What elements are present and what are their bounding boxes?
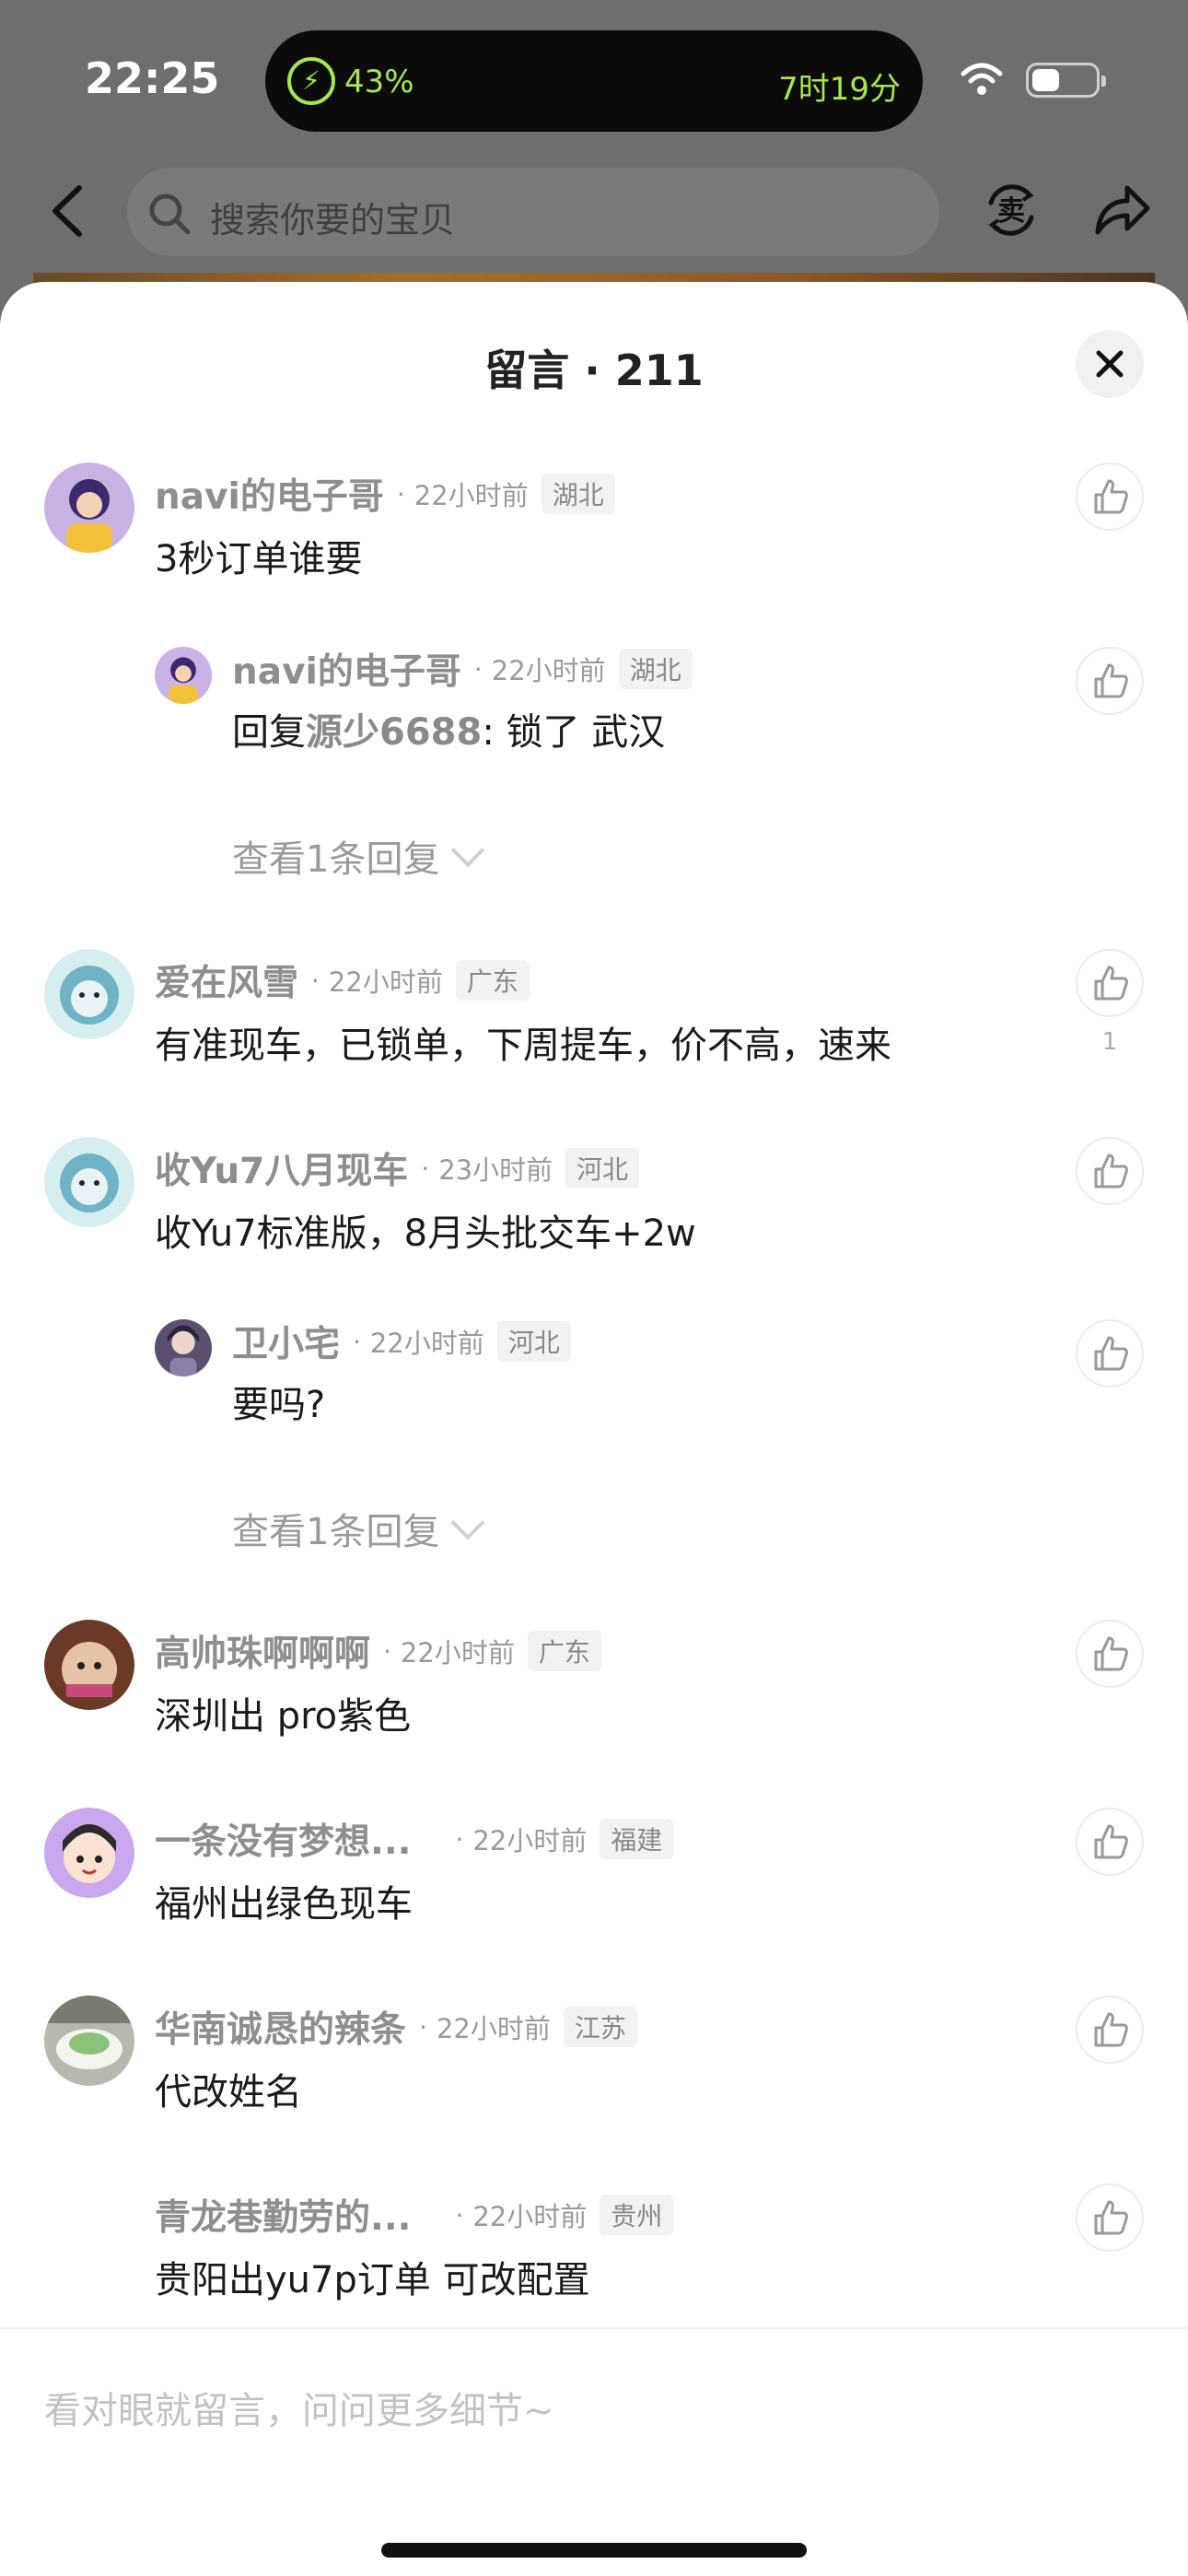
region-tag: 河北 [496,1321,571,1362]
avatar[interactable] [44,1620,134,1710]
comment-text: 有准现车，已锁单，下周提车，价不高，速来 [155,1025,891,1067]
like-button[interactable] [1076,949,1144,1017]
like-count: 1 [1101,1028,1118,1056]
avatar[interactable] [44,949,134,1039]
chevron-down-icon [451,833,485,868]
commenter-name[interactable]: 收Yu7八月现车 [155,1142,408,1194]
avatar[interactable] [44,1808,134,1898]
view-replies-button[interactable]: 查看1条回复 [232,1502,485,1555]
view-replies-button[interactable]: 查看1条回复 [232,829,485,883]
chevron-down-icon [451,1505,485,1540]
sheet-title: 留言 · 211 [484,345,704,395]
thumbs-up-icon [1094,1336,1128,1371]
commenter-name[interactable]: navi的电子哥 [232,643,461,695]
region-tag: 广东 [527,1631,601,1671]
comment-time: 22小时前 [328,966,443,998]
comment-sheet: 留言 · 211 navi的电子哥 · 22小时前 湖北 3秒订单谁要 navi… [0,282,1188,2576]
charging-bolt-icon: ⚡ [287,57,335,105]
comment-text: 要吗? [232,1384,326,1426]
comment-text: 深圳出 pro紫色 [155,1695,412,1738]
like-button[interactable] [1076,1620,1144,1688]
thumbs-up-icon [1094,966,1128,1001]
search-icon [149,193,191,235]
like-button[interactable] [1076,1319,1144,1388]
comment-time: 22小时前 [400,1637,515,1669]
like-button[interactable] [1076,1808,1144,1876]
comment-text: 回复源少6688: 锁了 武汉 [232,711,666,754]
region-tag: 贵州 [600,2195,674,2235]
battery-time-remaining: 7时19分 [778,71,901,108]
thumbs-up-icon [1094,663,1128,698]
reply-prefix: 回复 [232,711,306,754]
thumbs-up-icon [1094,479,1128,514]
like-button[interactable] [1076,463,1144,531]
close-icon [1096,350,1124,378]
region-tag: 湖北 [618,649,693,689]
region-tag: 广东 [455,960,530,1001]
search-input[interactable]: 搜索你要的宝贝 [127,168,939,256]
thumbs-up-icon [1094,1153,1128,1188]
region-tag: 湖北 [541,474,615,514]
like-button[interactable] [1076,2184,1144,2252]
comment-time: 22小时前 [369,1328,484,1359]
comment-time: 22小时前 [413,480,529,511]
comment-time: 22小时前 [472,1825,588,1856]
commenter-name[interactable]: 青龙巷勤劳的... [155,2189,411,2241]
thumbs-up-icon [1094,2200,1128,2235]
avatar[interactable] [155,1319,212,1376]
comment-text: 3秒订单谁要 [155,538,363,580]
svg-text:卖: 卖 [997,195,1025,228]
close-button[interactable] [1076,330,1144,398]
commenter-name[interactable]: 高帅珠啊啊啊 [155,1625,370,1677]
battery-icon [1026,63,1106,98]
comment-text: 贵阳出yu7p订单 可改配置 [155,2259,590,2301]
dynamic-island: ⚡ 43% 7时19分 [265,30,923,132]
comment-time: 23小时前 [438,1154,553,1186]
composer-divider [0,2327,1188,2329]
commenter-name[interactable]: navi的电子哥 [155,468,384,520]
search-placeholder: 搜索你要的宝贝 [210,200,456,240]
comment-time: 22小时前 [436,2013,551,2044]
commenter-name[interactable]: 爱在风雪 [155,954,298,1006]
commenter-name[interactable]: 一条没有梦想... [155,1813,411,1865]
comment-time: 22小时前 [472,2201,588,2232]
like-button[interactable] [1076,1996,1144,2064]
status-time: 22:25 [85,53,220,103]
avatar[interactable] [44,1996,134,2086]
comment-text: 收Yu7标准版，8月头批交车+2w [155,1212,696,1255]
avatar[interactable] [44,1137,134,1227]
like-button[interactable] [1076,647,1144,715]
like-button[interactable] [1076,1137,1144,1205]
avatar[interactable] [44,463,134,553]
avatar[interactable] [155,647,212,704]
comment-text: 福州出绿色现车 [155,1883,413,1926]
battery-level [1032,69,1059,91]
back-icon[interactable] [46,184,90,238]
comment-time: 22小时前 [491,655,606,686]
home-indicator[interactable] [381,2543,807,2558]
region-tag: 福建 [600,1819,674,1859]
comment-text: 代改姓名 [155,2071,302,2113]
battery-percent: 43% [344,64,414,100]
region-tag: 江苏 [563,2007,637,2047]
sell-icon[interactable]: 卖 [982,181,1041,240]
thumbs-up-icon [1094,1824,1128,1859]
share-icon[interactable] [1092,182,1151,236]
thumbs-up-icon [1094,1636,1128,1671]
region-tag: 河北 [565,1148,640,1188]
commenter-name[interactable]: 华南诚恳的辣条 [155,2001,406,2053]
mentioned-user[interactable]: 源少6688 [306,711,482,754]
comment-input[interactable]: 看对眼就留言，问问更多细节~ [44,2381,554,2434]
commenter-name[interactable]: 卫小宅 [232,1316,340,1367]
thumbs-up-icon [1094,2012,1128,2047]
wifi-icon [961,63,1003,95]
